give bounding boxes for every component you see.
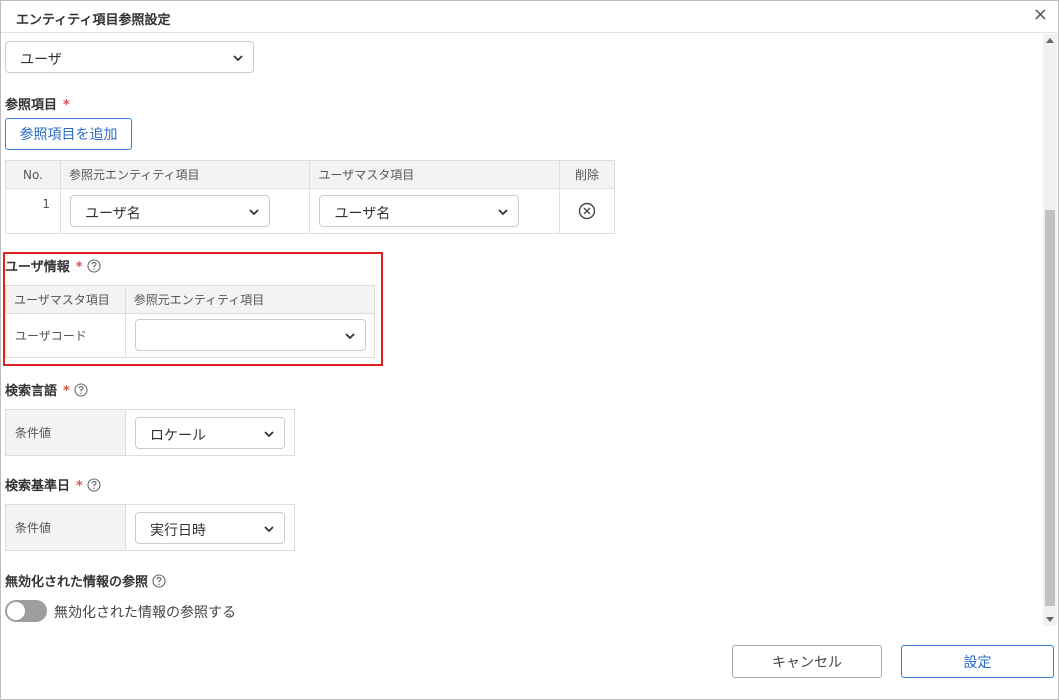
delete-circle-x-icon[interactable] (578, 202, 596, 220)
condition-value-label: 条件値 (6, 410, 126, 455)
chevron-down-icon (233, 55, 243, 62)
column-header-target: ユーザマスタ項目 (309, 160, 561, 189)
user-info-label-text: ユーザ情報 (5, 260, 70, 275)
search-language-value: ロケール (150, 428, 206, 444)
search-language-select[interactable]: ロケール (135, 417, 285, 449)
reference-items-label-text: 参照項目 (5, 98, 58, 113)
reference-items-label: 参照項目 * (5, 94, 70, 113)
table-row: ユーザコード (5, 313, 376, 358)
target-field-value: ユーザ名 (334, 206, 391, 222)
search-language-label: 検索言語 * (5, 380, 88, 399)
chevron-down-icon (249, 209, 259, 216)
scrollbar[interactable] (1043, 34, 1057, 626)
help-icon[interactable] (87, 259, 101, 273)
target-field-select[interactable]: ユーザ名 (319, 195, 520, 227)
dialog: エンティティ項目参照設定 × ユーザ 参照項目 * 参照項目を追加 No. 参照元… (0, 0, 1059, 700)
help-icon[interactable] (152, 574, 166, 588)
user-info-label: ユーザ情報 * (5, 256, 101, 275)
source-cell: ユーザ名 (59, 188, 311, 234)
search-date-label: 検索基準日 * (5, 475, 101, 494)
required-mark: * (76, 479, 83, 494)
scroll-up-arrow-icon[interactable] (1046, 38, 1054, 43)
dialog-titlebar: エンティティ項目参照設定 × (1, 1, 1058, 33)
column-header-source: 参照元エンティティ項目 (59, 160, 311, 189)
scroll-down-arrow-icon[interactable] (1046, 617, 1054, 622)
disabled-ref-toggle[interactable] (5, 600, 47, 622)
entity-select-value: ユーザ (20, 52, 62, 68)
scrollbar-thumb[interactable] (1045, 210, 1055, 606)
chevron-down-icon (264, 431, 274, 438)
column-header-user-master: ユーザマスタ項目 (5, 285, 126, 314)
row-number: 1 (5, 188, 61, 234)
user-code-cell (124, 313, 376, 358)
entity-select[interactable]: ユーザ (5, 41, 254, 73)
column-header-delete: 削除 (559, 160, 615, 189)
table-row: 1 ユーザ名 ユーザ名 (5, 188, 615, 234)
toggle-knob (7, 602, 25, 620)
required-mark: * (63, 384, 70, 399)
search-language-cell: ロケール (126, 410, 294, 455)
add-reference-item-button[interactable]: 参照項目を追加 (5, 118, 132, 150)
column-header-source-entity: 参照元エンティティ項目 (124, 285, 376, 314)
user-code-select[interactable] (134, 319, 366, 351)
search-date-select[interactable]: 実行日時 (135, 512, 285, 544)
dialog-content: ユーザ 参照項目 * 参照項目を追加 No. 参照元エンティティ項目 ユーザマスタ… (1, 34, 1043, 626)
chevron-down-icon (498, 209, 509, 216)
required-mark: * (63, 98, 70, 113)
dialog-title: エンティティ項目参照設定 (16, 13, 171, 28)
target-cell: ユーザ名 (309, 188, 561, 234)
cancel-button[interactable]: キャンセル (732, 645, 882, 678)
chevron-down-icon (264, 526, 274, 533)
chevron-down-icon (345, 333, 355, 340)
disabled-ref-label-text: 無効化された情報の参照 (5, 575, 149, 590)
search-date-cell: 実行日時 (126, 505, 294, 550)
search-language-row: 条件値 ロケール (5, 409, 295, 456)
search-language-label-text: 検索言語 (5, 384, 58, 399)
reference-items-table: No. 参照元エンティティ項目 ユーザマスタ項目 削除 1 ユーザ名 ユーザ名 (5, 160, 615, 234)
source-field-value: ユーザ名 (84, 206, 141, 222)
condition-value-label: 条件値 (6, 505, 126, 550)
user-info-table: ユーザマスタ項目 参照元エンティティ項目 ユーザコード (5, 285, 376, 358)
disabled-ref-toggle-label: 無効化された情報の参照する (54, 605, 236, 621)
close-icon[interactable]: × (1033, 5, 1048, 25)
search-date-label-text: 検索基準日 (5, 479, 71, 494)
disabled-ref-label: 無効化された情報の参照 (5, 571, 166, 590)
search-date-value: 実行日時 (150, 523, 206, 539)
ok-button[interactable]: 設定 (901, 645, 1054, 678)
help-icon[interactable] (87, 478, 101, 492)
delete-cell (559, 188, 615, 234)
help-icon[interactable] (74, 383, 88, 397)
user-code-label: ユーザコード (5, 313, 126, 358)
search-date-row: 条件値 実行日時 (5, 504, 295, 551)
column-header-no: No. (5, 160, 61, 189)
required-mark: * (75, 260, 83, 275)
source-field-select[interactable]: ユーザ名 (69, 195, 270, 227)
